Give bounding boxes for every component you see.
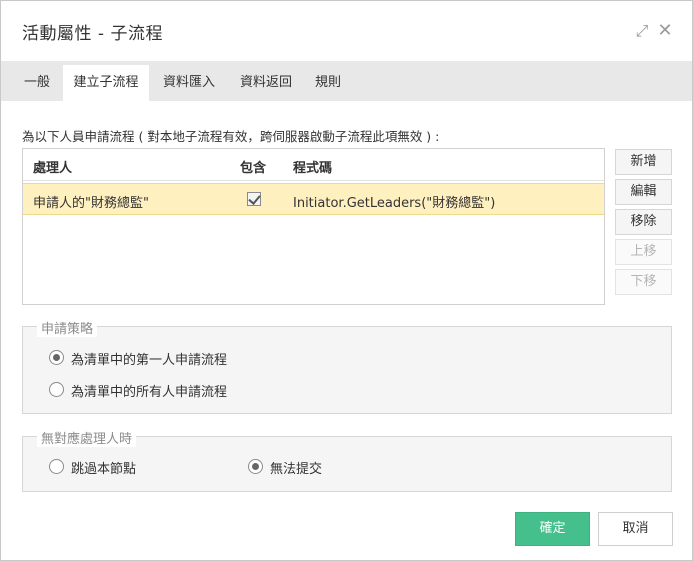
strategy-legend: 申請策略	[37, 318, 98, 337]
no-handler-legend: 無對應處理人時	[37, 428, 137, 447]
radio-label: 為清單中的第一人申請流程	[71, 353, 228, 368]
move-up-button[interactable]: 上移	[615, 239, 672, 265]
radio-dot[interactable]	[49, 382, 64, 397]
tab-data-import[interactable]: 資料匯入	[151, 65, 227, 101]
radio-label: 為清單中的所有人申請流程	[71, 385, 228, 400]
title-bar: 活動屬性 - 子流程 ⤢ ✕	[1, 1, 692, 61]
radio-label: 無法提交	[270, 462, 323, 477]
tab-bar: 一般 建立子流程 資料匯入 資料返回 規則	[1, 61, 692, 101]
cancel-button[interactable]: 取消	[598, 512, 673, 546]
tab-data-return[interactable]: 資料返回	[229, 65, 303, 101]
handler-list-description: 為以下人員申請流程 ( 對本地子流程有效，跨伺服器啟動子流程此項無效 ) :	[22, 129, 440, 144]
table-row[interactable]: 申請人的"財務總監" Initiator.GetLeaders("財務總監")	[23, 183, 604, 215]
add-button[interactable]: 新增	[615, 149, 672, 175]
expand-arrows-icon[interactable]: ⤢	[632, 21, 652, 41]
column-header-include[interactable]: 包含	[240, 157, 266, 176]
move-down-button[interactable]: 下移	[615, 269, 672, 295]
include-checkbox[interactable]	[247, 192, 261, 206]
handler-grid: 處理人 包含 程式碼 申請人的"財務總監" Initiator.GetLeade…	[22, 148, 605, 305]
dialog-title: 活動屬性 - 子流程	[22, 24, 163, 44]
radio-label: 跳過本節點	[71, 462, 137, 477]
tab-create-subprocess[interactable]: 建立子流程	[63, 65, 149, 101]
code-cell: Initiator.GetLeaders("財務總監")	[293, 196, 496, 211]
radio-dot[interactable]	[248, 459, 263, 474]
subprocess-properties-dialog: 活動屬性 - 子流程 ⤢ ✕ 一般 建立子流程 資料匯入 資料返回 規則 為以下…	[0, 0, 693, 561]
remove-button[interactable]: 移除	[615, 209, 672, 235]
handler-cell: 申請人的"財務總監"	[33, 196, 149, 211]
strategy-group: 申請策略 為清單中的第一人申請流程 為清單中的所有人申請流程	[22, 318, 672, 414]
column-header-code[interactable]: 程式碼	[293, 157, 332, 176]
edit-button[interactable]: 編輯	[615, 179, 672, 205]
close-icon[interactable]: ✕	[655, 21, 675, 41]
column-header-handler[interactable]: 處理人	[33, 157, 72, 176]
radio-dot[interactable]	[49, 459, 64, 474]
radio-dot[interactable]	[49, 350, 64, 365]
no-handler-group: 無對應處理人時 跳過本節點 無法提交	[22, 428, 672, 492]
tab-rules[interactable]: 規則	[305, 65, 351, 101]
grid-header: 處理人 包含 程式碼	[23, 149, 604, 181]
ok-button[interactable]: 確定	[515, 512, 590, 546]
tab-general[interactable]: 一般	[13, 65, 61, 101]
